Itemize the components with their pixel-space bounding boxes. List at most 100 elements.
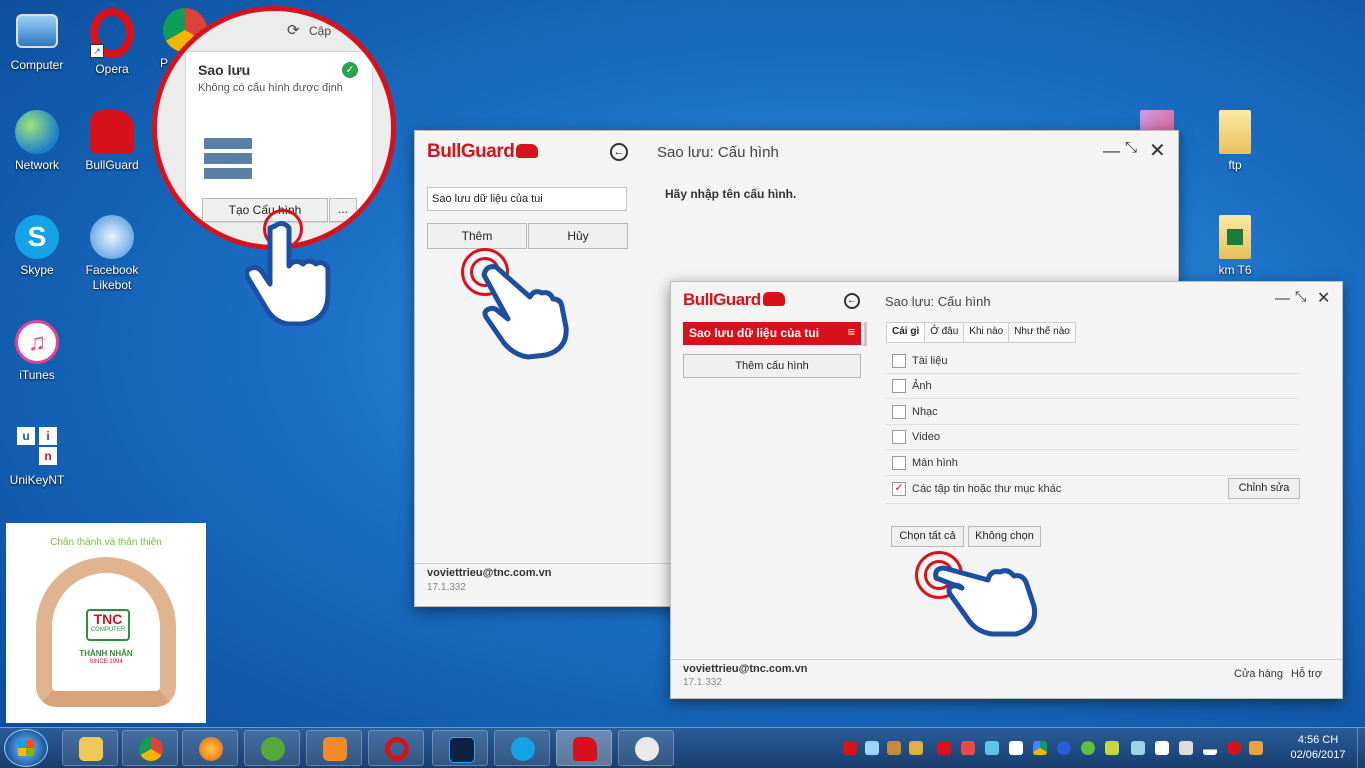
show-desktop-button[interactable] — [1357, 728, 1365, 768]
tray-app-icon[interactable] — [1155, 741, 1169, 755]
resize-icon[interactable]: ⤡ — [1125, 139, 1137, 156]
tray-cloud-icon[interactable] — [1009, 741, 1023, 755]
tnc-logo: TNC COMPUTER — [86, 609, 130, 641]
window-title: Sao lưu: Cấu hình — [885, 294, 991, 309]
tray-app-icon[interactable] — [1057, 741, 1071, 755]
pointer-hand-icon — [245, 220, 331, 326]
robot-icon — [90, 215, 134, 259]
checkbox-photos[interactable] — [892, 379, 906, 393]
desktop-icon-skype[interactable]: S Skype — [2, 215, 72, 277]
bullguard-logo: BullGuard — [427, 141, 539, 163]
config-list-item-selected[interactable]: Sao lưu dữ liệu của tui ≡ — [683, 322, 861, 345]
unikey-icon: u i n — [15, 425, 59, 469]
store-link[interactable]: Cửa hàng — [1234, 668, 1283, 680]
refresh-icon: ⟳ — [287, 22, 300, 39]
footer-divider — [415, 563, 673, 564]
action-center-flag-icon[interactable] — [1249, 741, 1263, 755]
taskbar-firefox[interactable] — [182, 730, 238, 766]
skype-icon: S — [15, 215, 59, 259]
tray-app-icon[interactable] — [909, 741, 923, 755]
taskbar-file-explorer[interactable] — [62, 730, 118, 766]
taskbar-opera[interactable] — [368, 730, 424, 766]
checkbox-desktop[interactable] — [892, 456, 906, 470]
tray-bullguard-icon[interactable] — [843, 741, 857, 755]
close-button[interactable]: ✕ — [1317, 288, 1330, 308]
tab-where[interactable]: Ở đâu — [925, 323, 965, 342]
taskbar-bullguard[interactable] — [556, 730, 612, 766]
checkbox-documents[interactable] — [892, 354, 906, 368]
instruction-text: Hãy nhập tên cấu hình. — [665, 187, 797, 201]
add-config-button[interactable]: Thêm cấu hình — [683, 354, 861, 378]
checkbox-music[interactable] — [892, 405, 906, 419]
desktop-icon-itunes[interactable]: ♫ iTunes — [2, 320, 72, 382]
skype-icon — [511, 737, 535, 761]
option-label: Nhạc — [912, 406, 938, 418]
desktop-icon-opera[interactable]: ↗ Opera — [77, 8, 147, 76]
taskbar-snipping-tool[interactable] — [618, 730, 674, 766]
tab-when[interactable]: Khi nào — [964, 323, 1010, 342]
option-label: Ảnh — [912, 380, 932, 392]
option-label: Các tập tin hoặc thư mục khác — [912, 483, 1062, 495]
tray-app-icon[interactable] — [985, 741, 999, 755]
taskbar-mail[interactable] — [306, 730, 362, 766]
checkbox-video[interactable] — [892, 430, 906, 444]
network-globe-icon — [15, 110, 59, 154]
account-email: voviettrieu@tnc.com.vn — [427, 567, 552, 579]
tray-drive-icon[interactable] — [1033, 741, 1047, 755]
select-all-button[interactable]: Chọn tất cả — [891, 526, 964, 547]
desktop-icon-computer[interactable]: Computer — [2, 10, 72, 72]
app-version: 17.1.332 — [427, 582, 466, 593]
scissors-icon — [635, 737, 659, 761]
desktop-icon-bullguard[interactable]: BullGuard — [77, 110, 147, 172]
select-none-button[interactable]: Không chọn — [968, 526, 1041, 547]
card-title: Sao lưu — [198, 62, 251, 78]
photoshop-icon — [449, 737, 475, 763]
tray-onedrive-icon[interactable] — [865, 741, 879, 755]
network-signal-icon[interactable] — [1203, 741, 1217, 755]
clock[interactable]: 4:56 CH 02/06/2017 — [1282, 733, 1354, 763]
back-arrow-icon[interactable]: ← — [610, 143, 628, 161]
minimize-button[interactable]: — — [1103, 141, 1120, 161]
close-button[interactable]: ✕ — [1149, 138, 1166, 163]
tray-app-icon[interactable] — [1105, 741, 1119, 755]
cancel-button[interactable]: Hủy — [528, 223, 628, 249]
edit-button[interactable]: Chỉnh sửa — [1228, 478, 1300, 499]
tray-app-icon[interactable] — [937, 741, 951, 755]
desktop-icon-network[interactable]: Network — [2, 110, 72, 172]
pointer-hand-icon — [933, 565, 1038, 637]
tray-app-icon[interactable] — [1131, 741, 1145, 755]
config-name-input[interactable]: Sao lưu dữ liệu của tui — [427, 187, 627, 211]
firefox-icon — [199, 737, 223, 761]
tray-app-icon[interactable] — [887, 741, 901, 755]
tray-app-icon[interactable] — [961, 741, 975, 755]
minimize-button[interactable]: — — [1275, 290, 1290, 307]
backup-card: Sao lưu ✓ Không có cấu hình được định Tạ… — [185, 51, 373, 223]
option-label: Tài liệu — [912, 355, 948, 367]
desktop-icon-unikey[interactable]: u i n UniKeyNT — [2, 425, 72, 487]
start-button[interactable] — [4, 729, 48, 767]
tray-app-icon[interactable] — [1081, 741, 1095, 755]
promo-slogan: Chân thành và thân thiện — [50, 537, 162, 548]
support-link[interactable]: Hỗ trợ — [1291, 668, 1322, 680]
checkbox-other-files[interactable]: ✓ — [892, 482, 906, 496]
taskbar-skype[interactable] — [494, 730, 550, 766]
taskbar-coccoc[interactable] — [244, 730, 300, 766]
desktop-icon-facebook-likebot[interactable]: Facebook Likebot — [77, 215, 147, 293]
add-button[interactable]: Thêm — [427, 223, 527, 249]
volume-muted-icon[interactable] — [1179, 741, 1193, 755]
menu-lines-icon[interactable]: ≡ — [847, 324, 855, 339]
taskbar-chrome[interactable] — [122, 730, 178, 766]
desktop-icon-km-t6[interactable]: km T6 — [1200, 215, 1270, 277]
window-title: Sao lưu: Cấu hình — [657, 144, 779, 161]
tray-app-icon[interactable] — [1227, 741, 1241, 755]
server-stack-icon — [204, 138, 252, 179]
tab-how[interactable]: Như thế nào — [1009, 323, 1075, 342]
sidebar-scrollbar[interactable] — [864, 322, 867, 346]
desktop-icon-ftp[interactable]: ftp — [1200, 110, 1270, 172]
excel-file-icon — [1219, 215, 1251, 259]
taskbar-photoshop[interactable] — [432, 730, 488, 766]
pointer-hand-icon — [481, 264, 569, 360]
back-arrow-icon[interactable]: ← — [844, 293, 860, 309]
tab-what[interactable]: Cái gì — [887, 323, 926, 342]
resize-icon[interactable]: ⤡ — [1295, 288, 1306, 305]
